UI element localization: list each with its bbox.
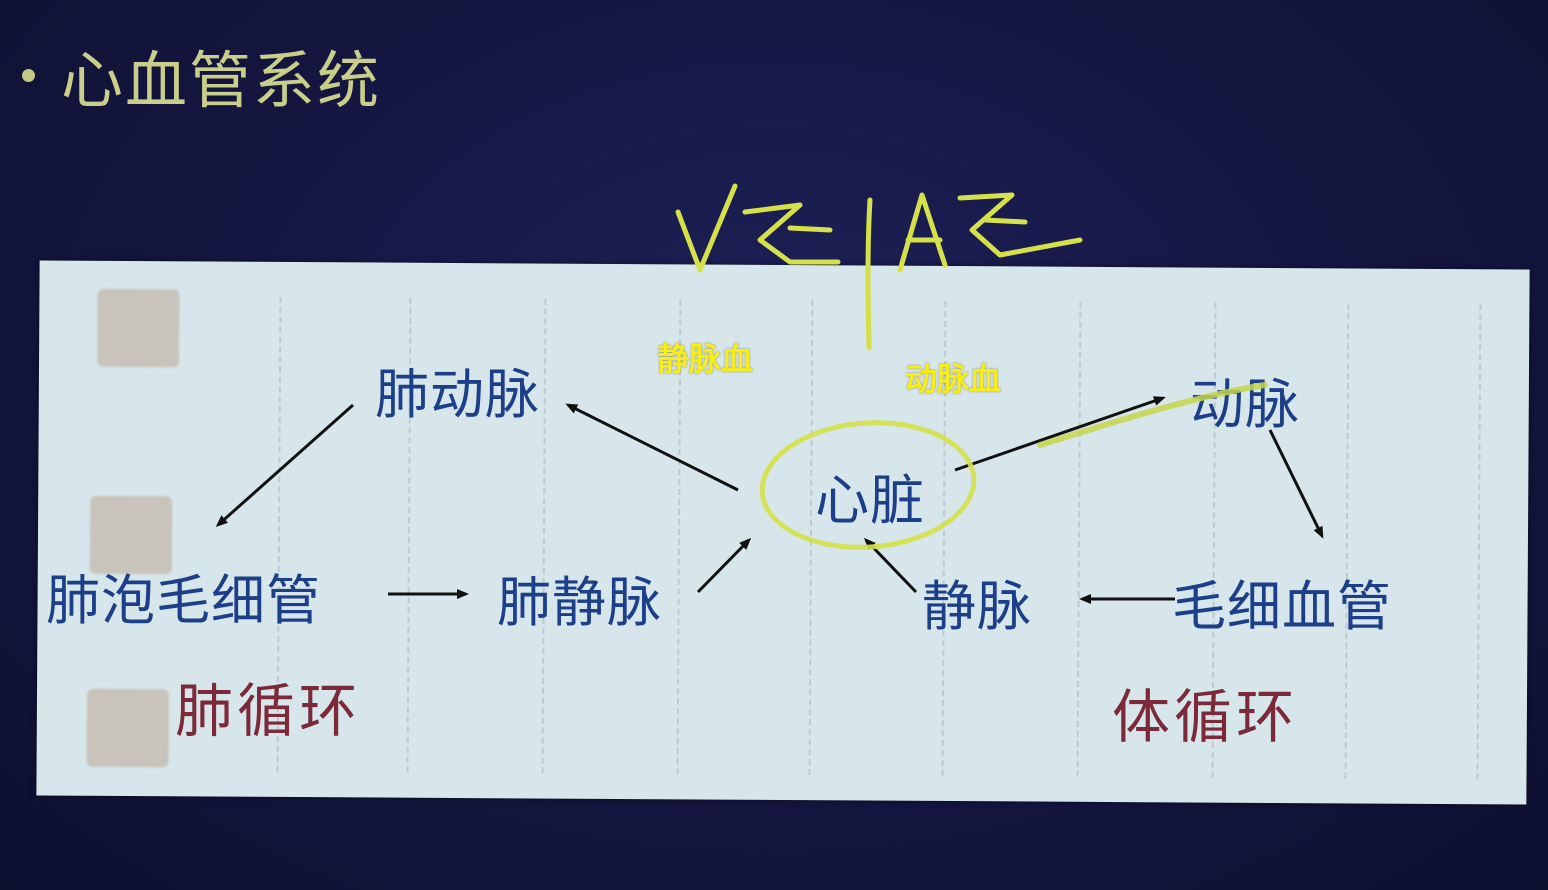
node-artery: 动脉 <box>1190 373 1300 436</box>
node-pulmonary-artery: 肺动脉 <box>375 363 540 426</box>
grid-line <box>541 298 547 774</box>
node-capillary: 毛细血管 <box>1172 575 1392 638</box>
title-text: 心血管系统 <box>61 44 382 117</box>
grid-line <box>808 300 814 776</box>
watermark-stamp <box>86 688 170 768</box>
grid-line <box>1476 304 1482 780</box>
label-arterial-blood: 动脉血 <box>905 360 1002 398</box>
node-alveolar-capillary: 肺泡毛细管 <box>46 569 321 632</box>
handwritten-vtext-slash-atext-icon <box>675 183 1083 273</box>
bullet-icon <box>22 68 35 82</box>
node-heart: 心脏 <box>815 469 925 532</box>
grid-line <box>1344 303 1350 779</box>
label-pulmonary-circulation: 肺循环 <box>175 677 362 745</box>
node-pulmonary-vein: 肺静脉 <box>497 571 662 634</box>
watermark-stamp <box>96 288 180 368</box>
grid-line <box>1076 301 1082 777</box>
slide-title: 心血管系统 <box>22 30 381 120</box>
label-systemic-circulation: 体循环 <box>1112 683 1299 751</box>
label-venous-blood: 静脉血 <box>657 340 754 378</box>
node-vein: 静脉 <box>922 575 1032 638</box>
